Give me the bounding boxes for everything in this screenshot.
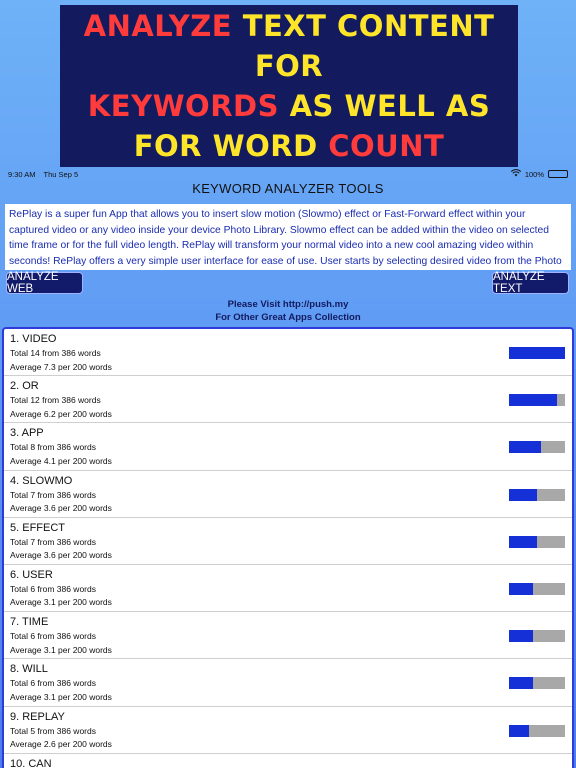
- keyword-average: Average 2.6 per 200 words: [10, 739, 112, 749]
- visit-line-1: Please Visit http://push.my: [227, 299, 349, 310]
- keyword-total: Total 7 from 386 words: [10, 536, 96, 547]
- list-item[interactable]: 4. SLOWMO Total 7 from 386 words Average 3…: [4, 471, 572, 518]
- frequency-bar-fill: [509, 488, 537, 501]
- status-bar: 9:30 AM Thu Sep 5 100%: [0, 167, 576, 181]
- frequency-bar-fill: [509, 535, 537, 548]
- frequency-bar: [509, 582, 565, 595]
- keyword-average: Average 6.2 per 200 words: [10, 408, 112, 419]
- frequency-bar-fill: [509, 582, 534, 595]
- keyword-title: 3. APP: [10, 427, 44, 440]
- banner-line-2: KEYWORDS AS WELL AS: [88, 86, 490, 126]
- keyword-total: Total 8 from 386 words: [10, 442, 96, 453]
- wifi-icon: [510, 169, 521, 179]
- keyword-list[interactable]: 1. VIDEO Total 14 from 386 words Average 7…: [2, 327, 574, 768]
- banner-line-1: ANALYZE TEXT CONTENT FOR: [60, 6, 518, 86]
- keyword-title: 5. EFFECT: [10, 521, 66, 534]
- keyword-title: 8. WILL: [10, 663, 48, 676]
- visit-line-2: For Other Great Apps Collection: [215, 312, 361, 323]
- list-item[interactable]: 7. TIME Total 6 from 386 words Average 3.1…: [4, 612, 572, 660]
- frequency-bar: [509, 441, 565, 454]
- banner-line-3: FOR WORD COUNT: [134, 126, 445, 166]
- frequency-bar-fill: [509, 394, 557, 407]
- keyword-average: Average 3.1 per 200 words: [10, 644, 112, 655]
- keyword-total: Total 12 from 386 words: [10, 395, 101, 406]
- list-item[interactable]: 5. EFFECT Total 7 from 386 words Average 3…: [4, 518, 572, 565]
- keyword-total: Total 6 from 386 words: [10, 678, 96, 689]
- keyword-average: Average 3.6 per 200 words: [10, 550, 112, 561]
- list-item[interactable]: 8. WILL Total 6 from 386 words Average 3.1…: [4, 659, 572, 707]
- analyze-web-button[interactable]: ANALYZE WEB: [6, 271, 83, 295]
- keyword-average: Average 3.1 per 200 words: [10, 691, 112, 702]
- keyword-total: Total 6 from 386 words: [10, 631, 96, 642]
- keyword-title: 1. VIDEO: [10, 333, 57, 345]
- frequency-bar: [509, 488, 565, 501]
- list-item[interactable]: 6. USER Total 6 from 386 words Average 3.1…: [4, 565, 572, 613]
- keyword-total: Total 6 from 386 words: [10, 583, 96, 594]
- keyword-title: 2. OR: [10, 380, 39, 393]
- status-right: 100%: [510, 169, 568, 179]
- banner-text: COUNT: [328, 129, 445, 163]
- keyword-title: 10. CAN: [10, 757, 52, 768]
- keyword-average: Average 4.1 per 200 words: [10, 455, 112, 466]
- list-item[interactable]: 3. APP Total 8 from 386 words Average 4.1 …: [4, 423, 572, 471]
- keyword-total: Total 7 from 386 words: [10, 489, 96, 500]
- list-item[interactable]: 9. REPLAY Total 5 from 386 words Average 2…: [4, 707, 572, 754]
- list-item[interactable]: 10. CAN: [4, 754, 572, 768]
- visit-notice: Please Visit http://push.my For Other Gr…: [0, 298, 576, 324]
- banner-text: KEYWORDS: [87, 89, 290, 123]
- frequency-bar: [509, 347, 565, 359]
- keyword-average: Average 3.1 per 200 words: [10, 597, 112, 608]
- keyword-total: Total 14 from 386 words: [10, 348, 101, 358]
- battery-percent: 100%: [524, 169, 544, 179]
- frequency-bar-fill: [509, 677, 534, 690]
- analyze-text-button[interactable]: ANALYZE TEXT: [492, 271, 569, 295]
- keyword-title: 9. REPLAY: [10, 710, 65, 723]
- frequency-bar-fill: [509, 441, 541, 454]
- status-date: Thu Sep 5: [43, 169, 79, 179]
- text-input-area[interactable]: RePlay is a super fun App that allows yo…: [5, 204, 571, 270]
- keyword-title: 4. SLOWMO: [10, 474, 73, 487]
- banner-text: TEXT CONTENT FOR: [242, 9, 495, 83]
- list-item[interactable]: 1. VIDEO Total 14 from 386 words Average 7…: [4, 329, 572, 377]
- status-time: 9:30 AM: [8, 169, 36, 179]
- frequency-bar-fill: [509, 347, 565, 359]
- frequency-bar-fill: [509, 724, 529, 737]
- banner-text: FOR WORD: [133, 129, 329, 163]
- frequency-bar: [509, 394, 565, 407]
- keyword-average: Average 7.3 per 200 words: [10, 361, 112, 372]
- frequency-bar: [509, 630, 565, 643]
- keyword-title: 7. TIME: [10, 616, 49, 629]
- frequency-bar: [509, 677, 565, 690]
- frequency-bar: [509, 724, 565, 737]
- banner-text: ANALYZE: [83, 9, 243, 43]
- frequency-bar-fill: [509, 630, 534, 643]
- promo-banner: ANALYZE TEXT CONTENT FOR KEYWORDS AS WEL…: [60, 5, 518, 167]
- page-title: KEYWORD ANALYZER TOOLS: [192, 181, 384, 196]
- banner-text: AS WELL AS: [289, 89, 491, 123]
- battery-icon: [548, 170, 568, 178]
- keyword-average: Average 3.6 per 200 words: [10, 503, 112, 514]
- keyword-total: Total 5 from 386 words: [10, 725, 96, 736]
- list-item[interactable]: 2. OR Total 12 from 386 words Average 6.2 …: [4, 376, 572, 424]
- frequency-bar: [509, 535, 565, 548]
- keyword-title: 6. USER: [10, 568, 53, 581]
